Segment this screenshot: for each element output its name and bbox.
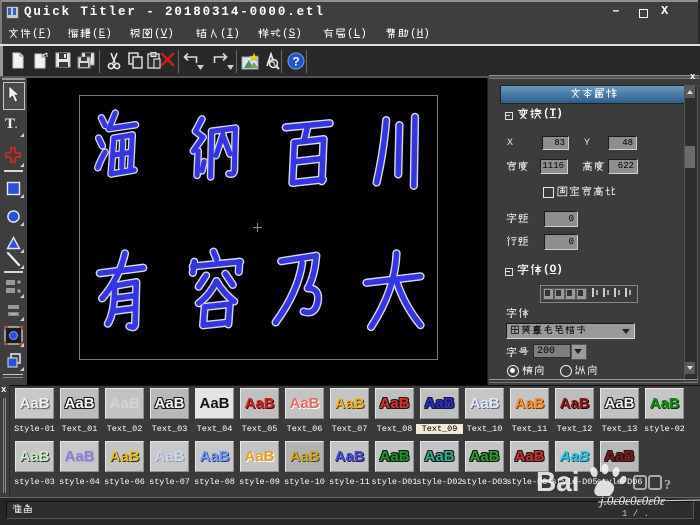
svg-text:?: ?	[292, 55, 299, 69]
svg-text:?: ?	[664, 478, 671, 493]
svg-text:Bai: Bai	[536, 466, 580, 496]
